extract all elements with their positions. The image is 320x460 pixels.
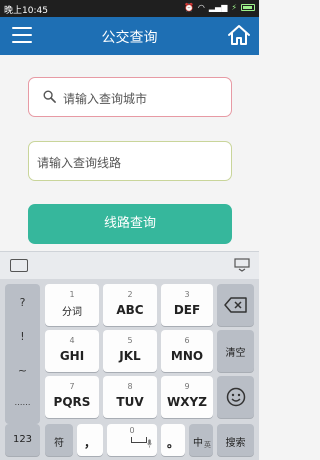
battery-icon — [241, 4, 255, 11]
key-7-label: PQRS — [53, 395, 91, 409]
key-2-number: 2 — [127, 290, 133, 299]
key-2-label: ABC — [116, 303, 144, 317]
alarm-icon: ⏰ — [183, 3, 194, 12]
punct-tilde[interactable]: ~ — [5, 364, 40, 377]
keyboard-hide-icon[interactable] — [234, 258, 250, 272]
microphone-icon — [147, 439, 152, 448]
key-7-number: 7 — [69, 382, 75, 391]
key-8-number: 8 — [127, 382, 133, 391]
status-bar: 晚上10:45 ⏰ ◠ ▂▄▆ ⚡ — [0, 0, 259, 17]
backspace-icon — [224, 297, 247, 313]
key-5-number: 5 — [127, 336, 133, 345]
key-9-label: WXYZ — [167, 395, 207, 409]
key-3[interactable]: 3 DEF — [161, 284, 213, 326]
key-1-number: 1 — [69, 290, 75, 299]
search-icon — [43, 90, 56, 103]
clear-label: 清空 — [225, 348, 246, 359]
app-bar: 公交查询 — [0, 17, 259, 55]
key-8-label: TUV — [116, 395, 144, 409]
punct-exclaim[interactable]: ! — [5, 330, 40, 343]
page-title: 公交查询 — [101, 30, 158, 46]
numeric-mode-button[interactable]: 123 — [5, 424, 40, 456]
comma-key[interactable]: ， — [77, 424, 103, 456]
key-8[interactable]: 8 TUV — [103, 376, 157, 418]
language-switch-button[interactable]: 中 英 — [189, 424, 213, 456]
key-6-label: MNO — [170, 349, 204, 363]
emoji-icon — [226, 387, 246, 407]
key-7[interactable]: 7 PQRS — [45, 376, 99, 418]
symbol-button[interactable]: 符 — [45, 424, 73, 456]
period-key[interactable]: 。 — [161, 424, 185, 456]
key-9-number: 9 — [184, 382, 190, 391]
space-zero-label: 0 — [129, 426, 135, 435]
key-6-number: 6 — [184, 336, 190, 345]
space-key[interactable]: 0 — [107, 424, 157, 456]
t9-keyboard: ? ! ~ …… 1 分词 2 ABC 3 DEF 4 GHI 5 JKL 6 … — [0, 279, 259, 460]
key-1[interactable]: 1 分词 — [45, 284, 99, 326]
keyboard-toolbar — [0, 251, 259, 279]
key-1-label: 分词 — [62, 307, 82, 318]
status-icons: ⏰ ◠ ▂▄▆ ⚡ — [184, 3, 255, 12]
emoji-button[interactable] — [217, 376, 254, 418]
key-6[interactable]: 6 MNO — [161, 330, 213, 372]
key-3-label: DEF — [173, 303, 201, 317]
search-key-label: 搜索 — [225, 438, 246, 449]
keyboard-switch-icon[interactable] — [10, 259, 28, 272]
key-4-number: 4 — [69, 336, 75, 345]
route-query-button[interactable]: 线路查询 — [28, 204, 232, 244]
period-label: 。 — [166, 436, 179, 450]
comma-label: ， — [83, 436, 96, 450]
punct-ellipsis[interactable]: …… — [5, 398, 40, 407]
line-input-placeholder: 请输入查询线路 — [37, 156, 122, 170]
key-3-number: 3 — [184, 290, 190, 299]
space-icon — [131, 437, 147, 443]
key-5-label: JKL — [119, 349, 141, 363]
key-9[interactable]: 9 WXYZ — [161, 376, 213, 418]
key-2[interactable]: 2 ABC — [103, 284, 157, 326]
numeric-mode-label: 123 — [12, 434, 33, 445]
key-4[interactable]: 4 GHI — [45, 330, 99, 372]
backspace-button[interactable] — [217, 284, 254, 326]
signal-icon: ▂▄▆ — [208, 3, 228, 12]
charging-icon: ⚡ — [231, 3, 237, 12]
home-icon[interactable] — [227, 23, 251, 47]
language-secondary-label: 英 — [204, 441, 211, 449]
line-input[interactable]: 请输入查询线路 — [28, 141, 232, 181]
punct-question[interactable]: ? — [5, 296, 40, 309]
clear-button[interactable]: 清空 — [217, 330, 254, 372]
symbol-label: 符 — [54, 438, 64, 449]
wifi-icon: ◠ — [197, 3, 205, 12]
status-time: 晚上10:45 — [4, 6, 48, 16]
key-4-label: GHI — [59, 349, 85, 363]
city-input-placeholder: 请输入查询城市 — [63, 92, 148, 106]
key-5[interactable]: 5 JKL — [103, 330, 157, 372]
search-key[interactable]: 搜索 — [217, 424, 254, 456]
city-input[interactable]: 请输入查询城市 — [28, 77, 232, 117]
punctuation-column[interactable]: ? ! ~ …… — [5, 284, 40, 424]
search-form: 请输入查询城市 请输入查询线路 线路查询 — [0, 55, 259, 250]
